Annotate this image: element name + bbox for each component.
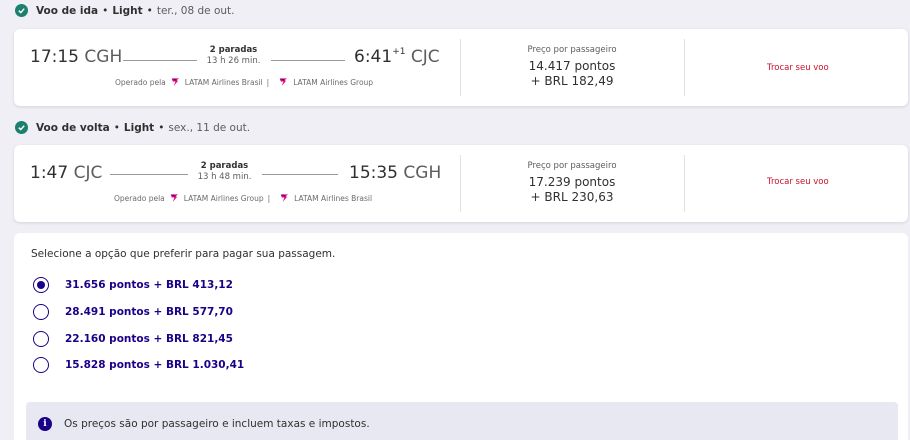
- route-line-left: [123, 60, 197, 61]
- check-icon: [15, 4, 28, 17]
- outbound-departure: 17:15 CGH: [30, 47, 122, 67]
- swap-inbound-link[interactable]: Trocar seu voo: [767, 177, 829, 187]
- info-banner: i Os preços são por passageiro e incluem…: [26, 402, 898, 440]
- outbound-card: 17:15 CGH 2 paradas 13 h 26 min. 6:41+1 …: [14, 29, 908, 106]
- dep-time: 17:15: [30, 47, 79, 67]
- divider: [460, 155, 461, 212]
- price-brl: + BRL 230,63: [530, 190, 614, 204]
- outbound-stops: 2 paradas 13 h 26 min.: [197, 45, 270, 66]
- outbound-fare: Light: [112, 4, 143, 17]
- latam-logo-icon: [171, 77, 180, 87]
- dep-time: 1:47: [30, 163, 69, 183]
- info-text: Os preços são por passageiro e incluem t…: [64, 418, 370, 430]
- payment-option[interactable]: 28.491 pontos + BRL 577,70: [33, 304, 233, 320]
- duration: 13 h 26 min.: [206, 56, 261, 66]
- inbound-price: Preço por passageiro 17.239 pontos + BRL…: [492, 161, 652, 204]
- divider: [684, 155, 685, 212]
- price-points: 17.239 pontos: [528, 175, 616, 189]
- outbound-title: Voo de ida: [36, 4, 99, 17]
- divider: [460, 39, 461, 96]
- swap-outbound-link[interactable]: Trocar seu voo: [767, 63, 829, 73]
- inbound-arrival: 15:35 CGH: [349, 163, 441, 183]
- outbound-arrival: 6:41+1 CJC: [354, 47, 440, 67]
- option-label: 15.828 pontos + BRL 1.030,41: [65, 359, 245, 371]
- stops-count: 2 paradas: [209, 45, 258, 55]
- inbound-date: sex., 11 de out.: [168, 121, 251, 134]
- operated-by: Operado pela LATAM Airlines Brasil | LAT…: [115, 77, 374, 87]
- route-line-right: [271, 60, 345, 61]
- payment-option[interactable]: 15.828 pontos + BRL 1.030,41: [33, 357, 244, 373]
- latam-logo-icon: [280, 193, 289, 203]
- option-label: 28.491 pontos + BRL 577,70: [65, 306, 233, 318]
- stops-count: 2 paradas: [200, 161, 249, 171]
- inbound-card: 1:47 CJC 2 paradas 13 h 48 min. 15:35 CG…: [14, 145, 908, 222]
- info-icon: i: [38, 417, 52, 431]
- arr-time: 6:41: [354, 47, 393, 67]
- radio-icon[interactable]: [33, 277, 49, 293]
- duration: 13 h 48 min.: [197, 172, 252, 182]
- radio-selected-dot: [37, 281, 45, 289]
- option-label: 22.160 pontos + BRL 821,45: [65, 333, 233, 345]
- arr-time: 15:35: [349, 163, 398, 183]
- payment-option[interactable]: 31.656 pontos + BRL 413,12: [33, 277, 233, 293]
- price-brl: + BRL 182,49: [530, 74, 614, 88]
- operated-by: Operado pela LATAM Airlines Group | LATA…: [114, 193, 373, 203]
- radio-icon[interactable]: [33, 331, 49, 347]
- route-line-left: [110, 174, 188, 175]
- option-label: 31.656 pontos + BRL 413,12: [65, 279, 233, 291]
- latam-logo-icon: [279, 77, 288, 87]
- payment-option[interactable]: 22.160 pontos + BRL 821,45: [33, 331, 233, 347]
- arr-airport: CJC: [410, 47, 440, 67]
- inbound-fare: Light: [123, 121, 155, 134]
- arr-airport: CGH: [403, 163, 442, 183]
- inbound-title: Voo de volta: [36, 121, 110, 134]
- outbound-header: Voo de ida • Light • ter., 08 de out.: [15, 4, 235, 17]
- route-line-right: [262, 174, 338, 175]
- radio-icon[interactable]: [33, 357, 49, 373]
- payment-title: Selecione a opção que preferir para paga…: [31, 248, 336, 260]
- outbound-date: ter., 08 de out.: [156, 4, 235, 17]
- dep-airport: CJC: [73, 163, 103, 183]
- dep-airport: CGH: [84, 47, 123, 67]
- radio-icon[interactable]: [33, 304, 49, 320]
- inbound-departure: 1:47 CJC: [30, 163, 102, 183]
- check-icon: [15, 121, 28, 134]
- price-points: 14.417 pontos: [528, 59, 616, 73]
- payment-panel: Selecione a opção que preferir para paga…: [14, 233, 908, 440]
- inbound-stops: 2 paradas 13 h 48 min.: [188, 161, 261, 182]
- day-offset: +1: [392, 47, 406, 57]
- latam-logo-icon: [170, 193, 179, 203]
- inbound-header: Voo de volta • Light • sex., 11 de out.: [15, 121, 250, 134]
- divider: [684, 39, 685, 96]
- outbound-price: Preço por passageiro 14.417 pontos + BRL…: [492, 45, 652, 88]
